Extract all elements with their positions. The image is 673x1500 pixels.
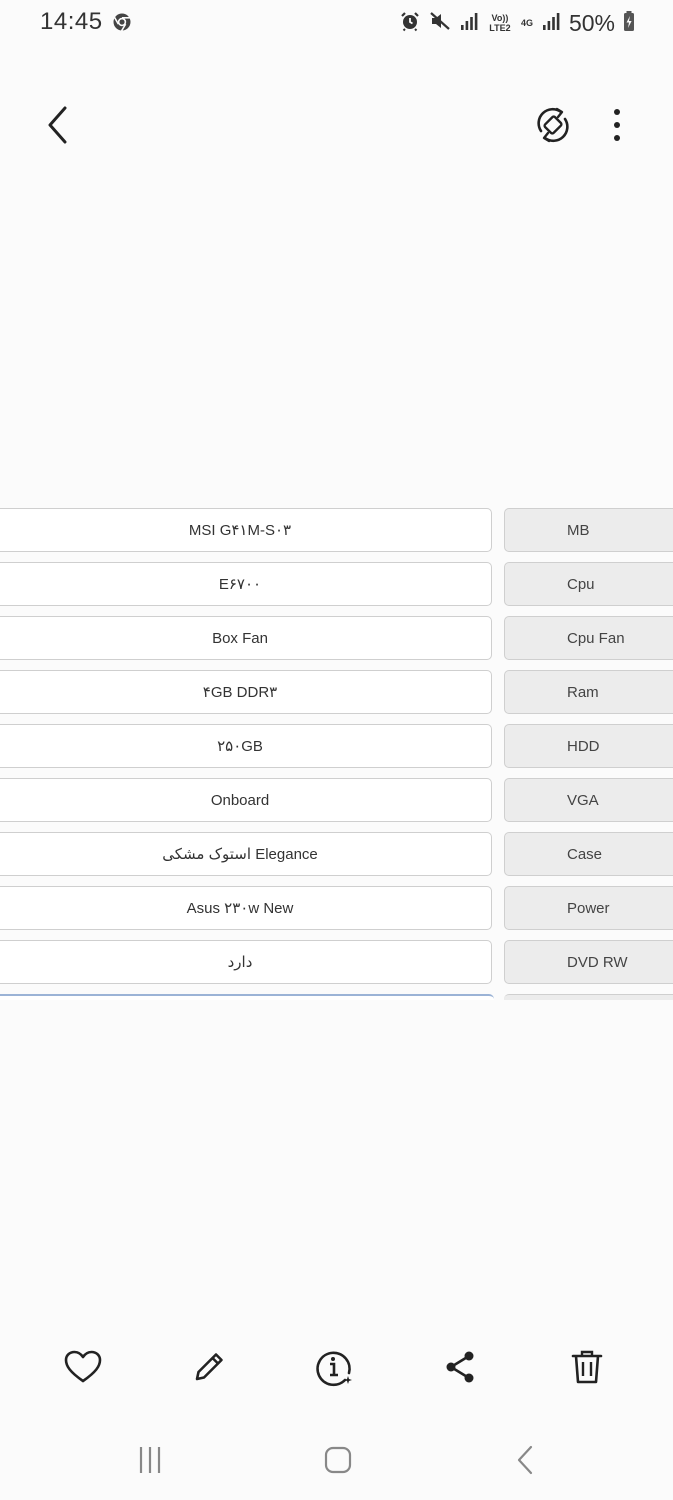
nav-back-icon[interactable] [496,1430,556,1490]
spec-row-mb: MSI G۴۱M-S۰۳ MB [0,508,673,554]
spec-row-power: Asus ۲۳۰w New Power [0,886,673,932]
spec-row-ram: ۴GB DDR۳ Ram [0,670,673,716]
spec-row-hdd: ۲۵۰GB HDD [0,724,673,770]
home-icon[interactable] [308,1430,368,1490]
spec-value: Onboard [0,778,492,822]
spec-row-cpu-fan: Box Fan Cpu Fan [0,616,673,662]
spec-row-cpu: E۶۷۰۰ Cpu [0,562,673,608]
bottom-action-bar [0,1340,673,1394]
spec-row-vga: Onboard VGA [0,778,673,824]
spec-label: Cpu [504,562,673,606]
heart-icon[interactable] [56,1340,110,1394]
navigation-bar [0,1430,673,1490]
spec-value: استوک مشکی Elegance [0,832,492,876]
spec-label: MB [504,508,673,552]
spec-label: VGA [504,778,673,822]
spec-table-image: MSI G۴۱M-S۰۳ MB E۶۷۰۰ Cpu Box Fan Cpu Fa… [0,0,673,1500]
spec-value: E۶۷۰۰ [0,562,492,606]
spec-label: DVD RW [504,940,673,984]
recents-icon[interactable] [120,1430,180,1490]
delete-icon[interactable] [560,1340,614,1394]
spec-row-dvd: دارد DVD RW [0,940,673,986]
spec-label: Case [504,832,673,876]
spec-label: Cpu Fan [504,616,673,660]
info-icon[interactable] [308,1340,362,1394]
edit-icon[interactable] [182,1340,236,1394]
spec-label: Ram [504,670,673,714]
share-icon[interactable] [434,1340,488,1394]
spec-value: دارد [0,940,492,984]
spec-label: Power [504,886,673,930]
spec-label: HDD [504,724,673,768]
spec-value: ۲۵۰GB [0,724,492,768]
spec-value: ۴GB DDR۳ [0,670,492,714]
spec-value: Asus ۲۳۰w New [0,886,492,930]
gallery-image-viewer: 14:45 Vo)) LTE2 4G 50% MSI G۴۱M-S۰۳ MB E… [0,0,673,1500]
spec-value: MSI G۴۱M-S۰۳ [0,508,492,552]
spec-row-case: استوک مشکی Elegance Case [0,832,673,878]
image-crop-edge [0,1000,673,1310]
spec-value: Box Fan [0,616,492,660]
